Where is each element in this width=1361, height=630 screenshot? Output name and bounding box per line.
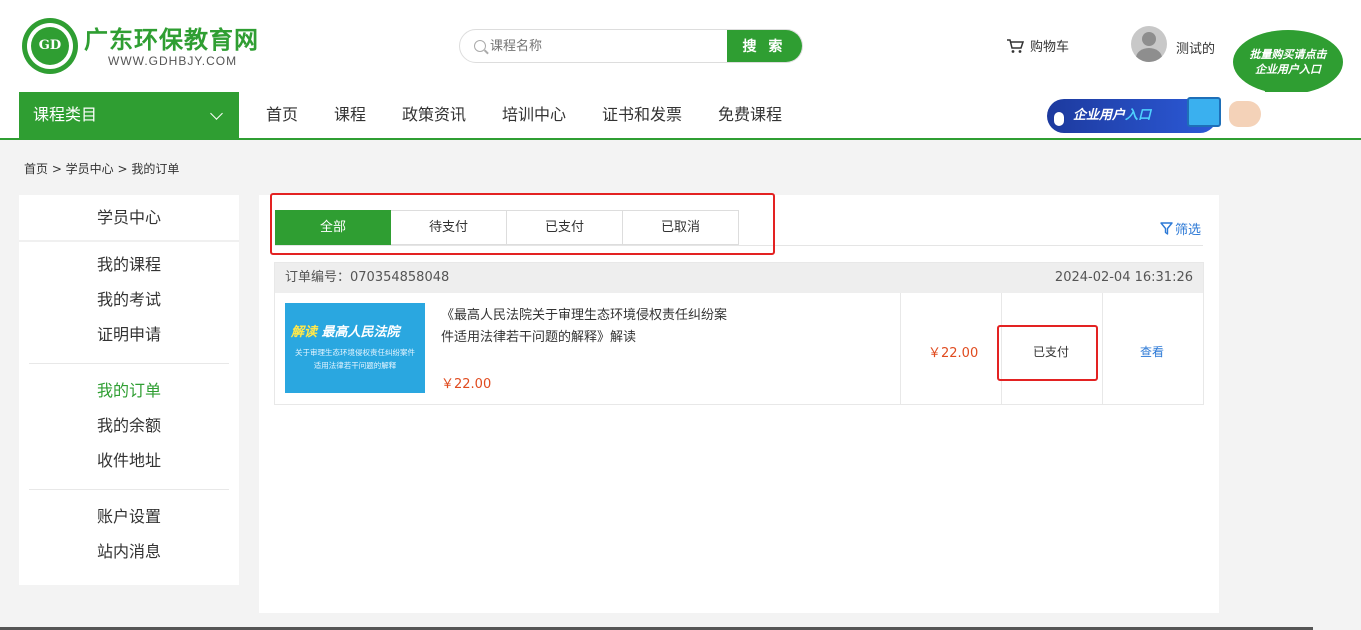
sidebar-item-site-messages[interactable]: 站内消息 xyxy=(19,541,239,563)
breadcrumb[interactable]: 首页 > 学员中心 > 我的订单 xyxy=(24,160,179,177)
brand-title[interactable]: 广东环保教育网 xyxy=(84,20,259,55)
username[interactable]: 测试的 xyxy=(1176,38,1215,57)
filter-icon xyxy=(1160,222,1173,235)
nav-certificates-invoices[interactable]: 证书和发票 xyxy=(602,92,682,138)
nav-home[interactable]: 首页 xyxy=(266,92,298,138)
enterprise-entry-banner[interactable]: 企业用户入口 xyxy=(1047,97,1261,137)
bubble-line-2: 企业用户入口 xyxy=(1255,63,1321,76)
course-thumbnail[interactable]: 解读 最高人民法院 关于审理生态环境侵权责任纠纷案件 适用法律若干问题的解释 xyxy=(285,303,425,393)
enterprise-entry-highlight: 入口 xyxy=(1125,108,1152,123)
sidebar-divider xyxy=(29,363,229,364)
cart-link[interactable]: 购物车 xyxy=(1006,36,1069,55)
search-button[interactable]: 搜 索 xyxy=(727,30,802,62)
logo-mark: GD xyxy=(31,27,69,65)
search-input[interactable] xyxy=(490,30,726,62)
bulk-purchase-bubble[interactable]: 批量购买请点击 企业用户入口 xyxy=(1233,30,1343,94)
sidebar-item-my-exams[interactable]: 我的考试 xyxy=(19,289,239,311)
thumbnail-subtitle-2: 适用法律若干问题的解释 xyxy=(313,361,397,370)
order-number: 订单编号：070354858048 xyxy=(285,270,450,285)
item-price: ￥22.00 xyxy=(441,377,492,392)
sidebar-item-shipping-address[interactable]: 收件地址 xyxy=(19,450,239,472)
pointing-hand-icon xyxy=(1229,101,1261,127)
order-time: 2024-02-04 16:31:26 xyxy=(1054,270,1193,285)
course-category-button[interactable]: 课程类目 xyxy=(19,92,239,138)
search-icon xyxy=(474,40,486,52)
sidebar-item-account-settings[interactable]: 账户设置 xyxy=(19,506,239,528)
column-divider xyxy=(900,293,901,404)
chevron-down-icon xyxy=(210,107,223,120)
brand-url: WWW.GDHBJY.COM xyxy=(108,54,238,68)
annotation-box-tabs xyxy=(270,193,775,255)
student-center-sidebar: 学员中心 我的课程 我的考试 证明申请 我的订单 我的余额 收件地址 账户设置 … xyxy=(19,195,239,585)
column-divider xyxy=(1102,293,1103,404)
sidebar-item-my-orders[interactable]: 我的订单 xyxy=(19,380,239,402)
sidebar-divider xyxy=(29,489,229,490)
order-header: 订单编号：070354858048 2024-02-04 16:31:26 xyxy=(275,263,1203,293)
nav-training-center[interactable]: 培训中心 xyxy=(502,92,566,138)
filter-button[interactable]: 筛选 xyxy=(1160,219,1201,238)
nav-free-courses[interactable]: 免费课程 xyxy=(718,92,782,138)
annotation-box-status xyxy=(997,325,1098,381)
avatar[interactable] xyxy=(1131,26,1167,62)
laptop-icon xyxy=(1187,97,1221,127)
enterprise-label: 企业用户 xyxy=(1073,108,1126,123)
cart-icon xyxy=(1006,38,1024,54)
order-total-price: ￥22.00 xyxy=(928,346,979,361)
search-bar: 搜 索 xyxy=(459,29,803,63)
sidebar-title: 学员中心 xyxy=(19,195,239,242)
cart-label: 购物车 xyxy=(1030,40,1070,55)
top-header: GD 广东环保教育网 WWW.GDHBJY.COM 搜 索 购物车 测试的 批量… xyxy=(0,0,1361,94)
nav-policy-news[interactable]: 政策资讯 xyxy=(402,92,466,138)
thumbnail-subtitle-1: 关于审理生态环境侵权责任纠纷案件 xyxy=(295,348,415,357)
sidebar-item-certificate-apply[interactable]: 证明申请 xyxy=(19,324,239,346)
sidebar-item-my-balance[interactable]: 我的余额 xyxy=(19,415,239,437)
course-title[interactable]: 《最高人民法院关于审理生态环境侵权责任纠纷案 件适用法律若干问题的解释》解读 xyxy=(441,305,771,349)
orders-panel: 全部 待支付 已支付 已取消 筛选 订单编号：070354858048 2024… xyxy=(259,195,1219,613)
thumbnail-title: 解读 最高人民法院 xyxy=(291,325,400,340)
site-logo[interactable]: GD xyxy=(22,18,78,74)
category-label: 课程类目 xyxy=(33,105,98,124)
bubble-line-1: 批量购买请点击 xyxy=(1249,48,1327,61)
pointer-hand-icon xyxy=(1053,111,1065,127)
filter-label: 筛选 xyxy=(1175,223,1202,238)
nav-courses[interactable]: 课程 xyxy=(334,92,366,138)
sidebar-item-my-courses[interactable]: 我的课程 xyxy=(19,254,239,276)
view-order-link[interactable]: 查看 xyxy=(1140,343,1164,360)
